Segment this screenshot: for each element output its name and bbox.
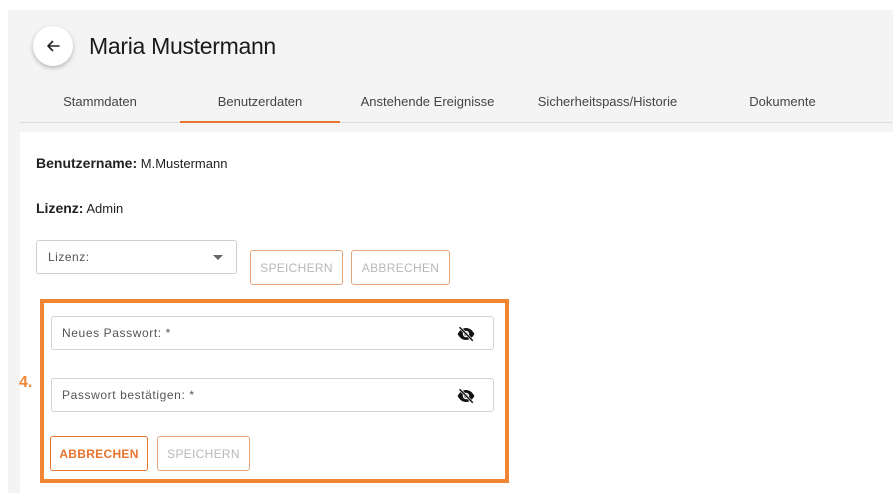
license-value: Admin [86,201,124,216]
license-label: Lizenz: [36,200,84,216]
tab-stammdaten[interactable]: Stammdaten [42,80,158,122]
tab-bar: Stammdaten Benutzerdaten Anstehende Erei… [20,80,893,123]
arrow-left-icon [47,40,60,52]
new-password-field[interactable]: Neues Passwort: * [51,316,494,350]
license-cancel-button[interactable]: ABBRECHEN [351,250,450,285]
tab-sicherheitspass-historie[interactable]: Sicherheitspass/Historie [525,80,690,122]
username-row: Benutzername: M.Mustermann [36,155,227,171]
username-value: M.Mustermann [140,156,228,171]
username-label: Benutzername: [36,155,138,171]
step-marker: 4. [19,374,33,391]
password-save-button[interactable]: SPEICHERN [157,436,250,471]
license-select-placeholder: Lizenz: [48,250,90,264]
eye-off-icon[interactable] [456,388,476,404]
tab-dokumente[interactable]: Dokumente [720,80,845,122]
eye-off-icon[interactable] [456,326,476,342]
license-row: Lizenz: Admin [36,200,123,216]
license-save-button[interactable]: SPEICHERN [250,250,343,285]
confirm-password-field[interactable]: Passwort bestätigen: * [51,378,494,412]
back-button[interactable] [33,26,73,66]
new-password-placeholder: Neues Passwort: * [62,326,171,340]
chevron-down-icon [213,255,223,260]
tab-benutzerdaten[interactable]: Benutzerdaten [180,80,340,123]
confirm-password-placeholder: Passwort bestätigen: * [62,388,195,402]
page-title: Maria Mustermann [89,33,276,59]
password-cancel-button[interactable]: ABBRECHEN [50,436,148,471]
tab-anstehende-ereignisse[interactable]: Anstehende Ereignisse [350,80,505,122]
license-select[interactable]: Lizenz: [36,240,237,274]
